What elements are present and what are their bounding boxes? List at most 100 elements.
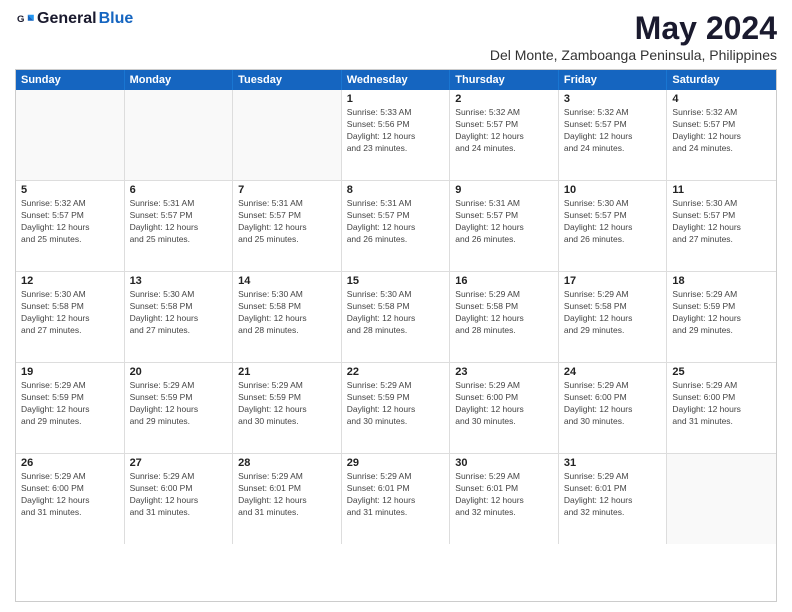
day-cell-21: 21 Sunrise: 5:29 AM Sunset: 5:59 PM Dayli…	[233, 363, 342, 453]
day-cell-29: 29 Sunrise: 5:29 AM Sunset: 6:01 PM Dayli…	[342, 454, 451, 544]
day-number: 11	[672, 184, 771, 196]
calendar-header: SundayMondayTuesdayWednesdayThursdayFrid…	[16, 70, 776, 90]
header-day-thursday: Thursday	[450, 70, 559, 90]
day-cell-17: 17 Sunrise: 5:29 AM Sunset: 5:58 PM Dayli…	[559, 272, 668, 362]
day-cell-19: 19 Sunrise: 5:29 AM Sunset: 5:59 PM Dayli…	[16, 363, 125, 453]
month-title: May 2024	[490, 10, 777, 47]
day-number: 14	[238, 275, 336, 287]
day-number: 5	[21, 184, 119, 196]
day-number: 30	[455, 457, 553, 469]
day-number: 8	[347, 184, 445, 196]
day-cell-31: 31Sunrise: 5:29 AM Sunset: 6:01 PM Dayli…	[559, 454, 668, 544]
day-number: 19	[21, 366, 119, 378]
day-info: Sunrise: 5:30 AM Sunset: 5:58 PM Dayligh…	[238, 289, 336, 337]
day-number: 29	[347, 457, 445, 469]
logo: G General Blue	[15, 10, 133, 28]
day-info: Sunrise: 5:29 AM Sunset: 5:59 PM Dayligh…	[238, 380, 336, 428]
header-day-friday: Friday	[559, 70, 668, 90]
day-cell-11: 11 Sunrise: 5:30 AM Sunset: 5:57 PM Dayli…	[667, 181, 776, 271]
day-number: 28	[238, 457, 336, 469]
day-cell-25: 25 Sunrise: 5:29 AM Sunset: 6:00 PM Dayli…	[667, 363, 776, 453]
day-number: 20	[130, 366, 228, 378]
day-info: Sunrise: 5:32 AM Sunset: 5:57 PM Dayligh…	[455, 107, 553, 155]
week-row-2: 5Sunrise: 5:32 AM Sunset: 5:57 PM Daylig…	[16, 181, 776, 272]
day-info: Sunrise: 5:30 AM Sunset: 5:58 PM Dayligh…	[130, 289, 228, 337]
day-cell-6: 6 Sunrise: 5:31 AM Sunset: 5:57 PM Daylig…	[125, 181, 234, 271]
day-info: Sunrise: 5:29 AM Sunset: 6:01 PM Dayligh…	[455, 471, 553, 519]
day-info: Sunrise: 5:29 AM Sunset: 5:59 PM Dayligh…	[672, 289, 771, 337]
day-info: Sunrise: 5:29 AM Sunset: 6:00 PM Dayligh…	[672, 380, 771, 428]
day-number: 25	[672, 366, 771, 378]
day-cell-empty	[667, 454, 776, 544]
day-cell-30: 30 Sunrise: 5:29 AM Sunset: 6:01 PM Dayli…	[450, 454, 559, 544]
week-row-3: 12 Sunrise: 5:30 AM Sunset: 5:58 PM Dayli…	[16, 272, 776, 363]
day-cell-7: 7 Sunrise: 5:31 AM Sunset: 5:57 PM Daylig…	[233, 181, 342, 271]
day-number: 1	[347, 93, 445, 105]
day-number: 7	[238, 184, 336, 196]
day-info: Sunrise: 5:30 AM Sunset: 5:58 PM Dayligh…	[347, 289, 445, 337]
day-info: Sunrise: 5:31 AM Sunset: 5:57 PM Dayligh…	[347, 198, 445, 246]
day-info: Sunrise: 5:32 AM Sunset: 5:57 PM Dayligh…	[672, 107, 771, 155]
day-number: 3	[564, 93, 662, 105]
day-info: Sunrise: 5:29 AM Sunset: 6:00 PM Dayligh…	[130, 471, 228, 519]
day-cell-15: 15 Sunrise: 5:30 AM Sunset: 5:58 PM Dayli…	[342, 272, 451, 362]
day-cell-14: 14 Sunrise: 5:30 AM Sunset: 5:58 PM Dayli…	[233, 272, 342, 362]
day-cell-5: 5Sunrise: 5:32 AM Sunset: 5:57 PM Daylig…	[16, 181, 125, 271]
day-info: Sunrise: 5:29 AM Sunset: 5:59 PM Dayligh…	[347, 380, 445, 428]
logo-general: General	[37, 10, 97, 28]
week-row-4: 19 Sunrise: 5:29 AM Sunset: 5:59 PM Dayli…	[16, 363, 776, 454]
day-info: Sunrise: 5:31 AM Sunset: 5:57 PM Dayligh…	[238, 198, 336, 246]
day-number: 27	[130, 457, 228, 469]
calendar: SundayMondayTuesdayWednesdayThursdayFrid…	[15, 69, 777, 602]
day-cell-empty	[233, 90, 342, 180]
day-number: 22	[347, 366, 445, 378]
day-number: 26	[21, 457, 119, 469]
day-info: Sunrise: 5:30 AM Sunset: 5:57 PM Dayligh…	[564, 198, 662, 246]
day-info: Sunrise: 5:29 AM Sunset: 6:00 PM Dayligh…	[564, 380, 662, 428]
day-number: 16	[455, 275, 553, 287]
day-info: Sunrise: 5:29 AM Sunset: 6:00 PM Dayligh…	[455, 380, 553, 428]
day-cell-empty	[125, 90, 234, 180]
day-info: Sunrise: 5:29 AM Sunset: 5:58 PM Dayligh…	[564, 289, 662, 337]
day-cell-13: 13 Sunrise: 5:30 AM Sunset: 5:58 PM Dayli…	[125, 272, 234, 362]
day-cell-16: 16Sunrise: 5:29 AM Sunset: 5:58 PM Dayli…	[450, 272, 559, 362]
day-number: 2	[455, 93, 553, 105]
location: Del Monte, Zamboanga Peninsula, Philippi…	[490, 47, 777, 63]
day-cell-10: 10Sunrise: 5:30 AM Sunset: 5:57 PM Dayli…	[559, 181, 668, 271]
header-day-sunday: Sunday	[16, 70, 125, 90]
logo-icon: G	[17, 10, 35, 28]
day-info: Sunrise: 5:29 AM Sunset: 5:59 PM Dayligh…	[21, 380, 119, 428]
day-number: 18	[672, 275, 771, 287]
day-cell-3: 3 Sunrise: 5:32 AM Sunset: 5:57 PM Daylig…	[559, 90, 668, 180]
day-cell-empty	[16, 90, 125, 180]
day-number: 21	[238, 366, 336, 378]
page: G General Blue May 2024 Del Monte, Zambo…	[0, 0, 792, 612]
day-info: Sunrise: 5:29 AM Sunset: 6:00 PM Dayligh…	[21, 471, 119, 519]
day-info: Sunrise: 5:29 AM Sunset: 6:01 PM Dayligh…	[564, 471, 662, 519]
day-info: Sunrise: 5:30 AM Sunset: 5:57 PM Dayligh…	[672, 198, 771, 246]
day-cell-24: 24Sunrise: 5:29 AM Sunset: 6:00 PM Dayli…	[559, 363, 668, 453]
day-cell-2: 2 Sunrise: 5:32 AM Sunset: 5:57 PM Daylig…	[450, 90, 559, 180]
day-cell-23: 23 Sunrise: 5:29 AM Sunset: 6:00 PM Dayli…	[450, 363, 559, 453]
header-day-monday: Monday	[125, 70, 234, 90]
day-info: Sunrise: 5:29 AM Sunset: 6:01 PM Dayligh…	[347, 471, 445, 519]
day-number: 23	[455, 366, 553, 378]
day-info: Sunrise: 5:33 AM Sunset: 5:56 PM Dayligh…	[347, 107, 445, 155]
header-day-wednesday: Wednesday	[342, 70, 451, 90]
day-cell-8: 8 Sunrise: 5:31 AM Sunset: 5:57 PM Daylig…	[342, 181, 451, 271]
day-number: 6	[130, 184, 228, 196]
day-number: 15	[347, 275, 445, 287]
header-day-tuesday: Tuesday	[233, 70, 342, 90]
day-cell-28: 28Sunrise: 5:29 AM Sunset: 6:01 PM Dayli…	[233, 454, 342, 544]
day-info: Sunrise: 5:31 AM Sunset: 5:57 PM Dayligh…	[130, 198, 228, 246]
header-day-saturday: Saturday	[667, 70, 776, 90]
day-number: 12	[21, 275, 119, 287]
day-cell-4: 4Sunrise: 5:32 AM Sunset: 5:57 PM Daylig…	[667, 90, 776, 180]
day-number: 17	[564, 275, 662, 287]
day-info: Sunrise: 5:31 AM Sunset: 5:57 PM Dayligh…	[455, 198, 553, 246]
day-cell-18: 18 Sunrise: 5:29 AM Sunset: 5:59 PM Dayli…	[667, 272, 776, 362]
day-info: Sunrise: 5:32 AM Sunset: 5:57 PM Dayligh…	[564, 107, 662, 155]
day-number: 9	[455, 184, 553, 196]
day-number: 13	[130, 275, 228, 287]
day-cell-12: 12Sunrise: 5:30 AM Sunset: 5:58 PM Dayli…	[16, 272, 125, 362]
